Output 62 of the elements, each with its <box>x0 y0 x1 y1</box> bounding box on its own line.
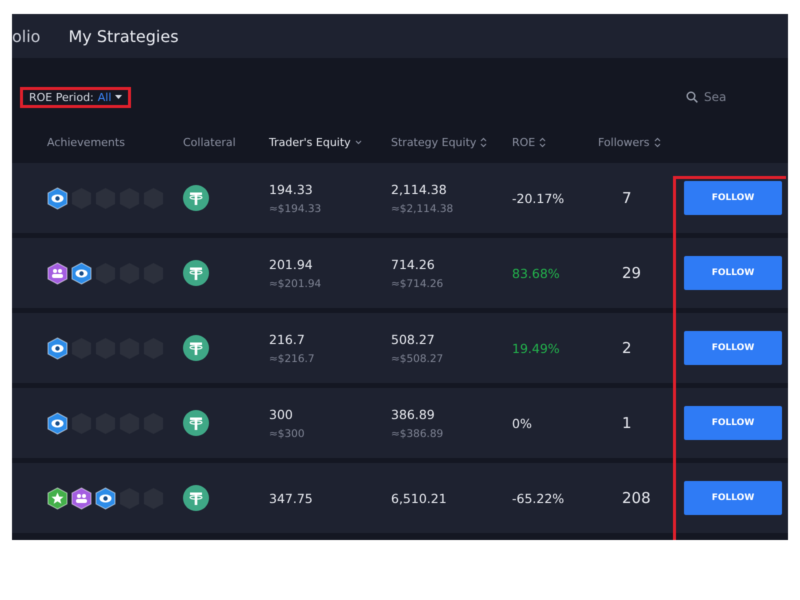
strategy-equity-value: 6,510.21 <box>391 490 448 506</box>
strategy-equity-value: 386.89 <box>391 406 436 422</box>
tether-coin-icon <box>183 410 209 436</box>
people-badge-icon <box>71 486 92 510</box>
eye-badge-icon <box>47 336 68 360</box>
roe-value: 83.68% <box>512 266 561 280</box>
traders-equity-value: 347.75 <box>269 490 314 506</box>
strategy-equity-value: 508.27 <box>391 332 436 346</box>
roe-value: 19.49% <box>512 340 561 356</box>
tether-coin-icon <box>183 185 209 211</box>
tether-coin-icon <box>183 335 209 361</box>
sort-icon <box>480 136 488 148</box>
star-badge-icon <box>47 486 68 510</box>
column-header[interactable]: Achievements <box>47 136 183 148</box>
traders-equity-value: 216.7 <box>269 332 306 346</box>
eye-badge-icon <box>95 486 116 510</box>
usd-value: ≈$714.26 <box>391 278 444 290</box>
follow-button[interactable]: FOLLOW <box>684 481 782 515</box>
column-header[interactable]: Trader's Equity <box>269 136 391 148</box>
nav-tab[interactable]: olio <box>12 26 40 46</box>
column-header[interactable]: Collateral <box>183 136 269 148</box>
usd-value: ≈$194.33 <box>269 202 322 214</box>
follow-button[interactable]: FOLLOW <box>684 331 782 365</box>
usd-value: ≈$201.94 <box>269 278 322 290</box>
usd-value: ≈$216.7 <box>269 352 316 364</box>
usd-value: ≈$2,114.38 <box>391 202 454 214</box>
eye-badge-icon <box>71 262 92 284</box>
traders-equity-value: 194.33 <box>269 182 314 196</box>
traders-equity-value: 300 <box>269 406 294 422</box>
roe-value: -20.17% <box>512 190 566 206</box>
tether-coin-icon <box>183 260 209 286</box>
caret-icon <box>115 95 122 99</box>
roe-value: -65.22% <box>512 490 566 506</box>
search-field[interactable]: Sea <box>704 90 774 104</box>
traders-equity-value: 201.94 <box>269 256 314 272</box>
follow-button[interactable]: FOLLOW <box>684 406 782 440</box>
column-header[interactable]: Followers <box>598 136 684 148</box>
search-icon <box>686 91 698 103</box>
usd-value: ≈$386.89 <box>391 428 444 440</box>
followers-count: 7 <box>621 189 633 207</box>
roe-value: 0% <box>512 416 533 430</box>
sort-icon <box>539 136 546 148</box>
strategy-equity-value: 714.26 <box>391 256 436 272</box>
eye-badge-icon <box>47 412 68 434</box>
usd-value: ≈$508.27 <box>391 352 444 364</box>
followers-count: 2 <box>621 339 633 357</box>
sort-icon <box>654 136 661 148</box>
column-header[interactable]: Strategy Equity <box>391 136 512 148</box>
followers-count: 208 <box>621 489 652 507</box>
tether-coin-icon <box>183 485 209 511</box>
followers-count: 29 <box>621 264 642 282</box>
usd-value: ≈$300 <box>269 428 306 440</box>
people-badge-icon <box>47 262 68 284</box>
follow-button[interactable]: FOLLOW <box>684 181 782 215</box>
column-header[interactable]: ROE <box>512 136 598 148</box>
chevron-down-icon <box>354 140 362 144</box>
roe-period-dropdown[interactable]: ROE Period: All <box>20 86 132 108</box>
followers-count: 1 <box>621 414 633 432</box>
nav-tab[interactable]: My Strategies <box>68 26 179 46</box>
strategy-equity-value: 2,114.38 <box>391 182 448 196</box>
eye-badge-icon <box>47 186 68 210</box>
follow-button[interactable]: FOLLOW <box>684 256 782 290</box>
